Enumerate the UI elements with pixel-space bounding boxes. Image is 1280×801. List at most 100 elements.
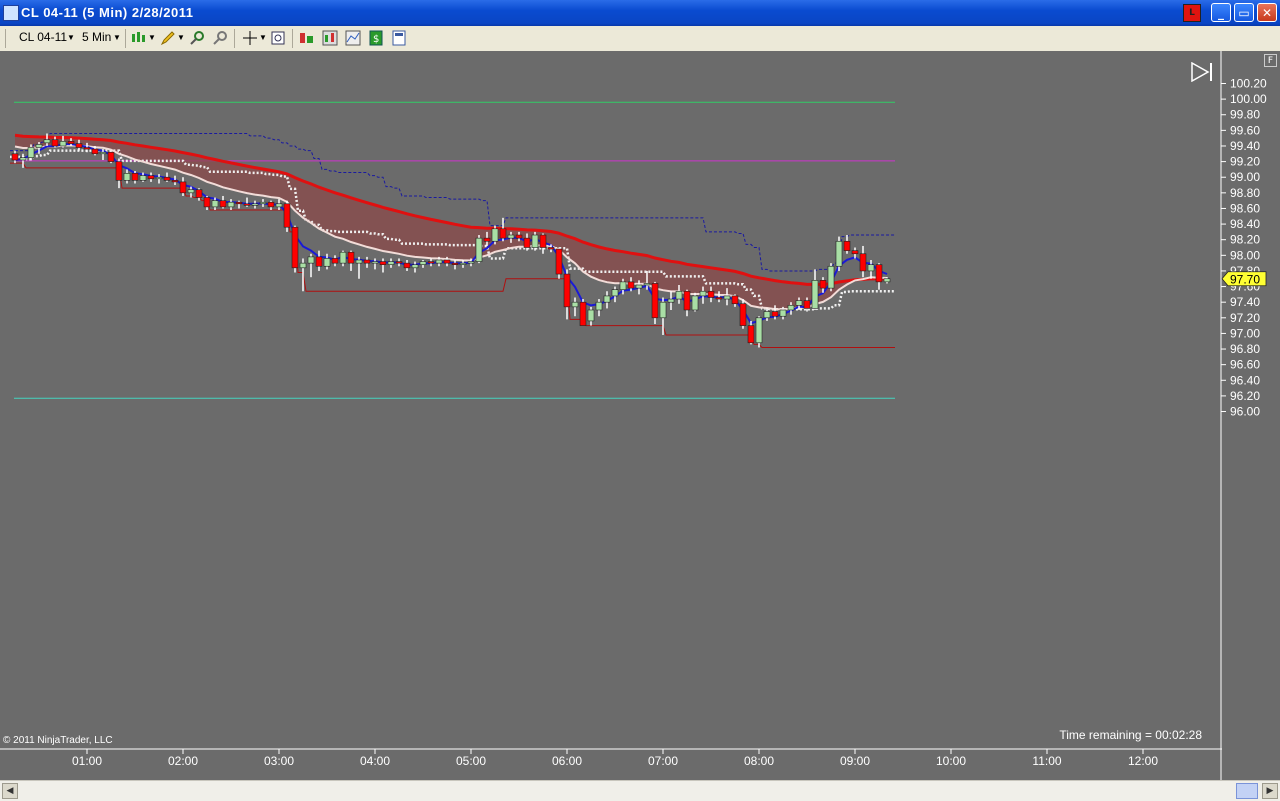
y-tick-label: 98.40 — [1230, 217, 1260, 231]
time-remaining: Time remaining = 00:02:28 — [1059, 728, 1202, 742]
bar-type-icon[interactable] — [131, 30, 147, 46]
candle-body — [699, 290, 707, 297]
candle-body — [171, 180, 179, 183]
candle-body — [715, 297, 723, 300]
candle-body — [603, 295, 611, 303]
candle-body — [611, 289, 619, 297]
data-series-icon[interactable] — [299, 30, 315, 46]
y-tick-label: 96.80 — [1230, 342, 1260, 356]
chevron-down-icon[interactable]: ▼ — [67, 33, 75, 42]
candle-body — [643, 283, 651, 286]
candle-body — [451, 262, 459, 265]
candle-body — [323, 258, 331, 267]
candle-body — [507, 234, 515, 239]
candle-body — [859, 253, 867, 272]
candle-body — [435, 259, 443, 264]
candle-body — [827, 265, 835, 289]
candle-body — [835, 240, 843, 267]
candle-body — [347, 251, 355, 264]
chart-format-button[interactable]: F — [1264, 54, 1277, 67]
candle-body — [579, 301, 587, 326]
candle-body — [387, 261, 395, 265]
candle-body — [267, 201, 275, 208]
candle-body — [123, 173, 131, 181]
y-tick-label: 98.00 — [1230, 248, 1260, 262]
candle-body — [187, 189, 195, 194]
candle-body — [787, 305, 795, 311]
candle-body — [723, 295, 731, 300]
candle-body — [483, 237, 491, 242]
candle-body — [443, 259, 451, 264]
x-tick-label: 02:00 — [168, 754, 198, 768]
candle-body — [235, 201, 243, 205]
candle-body — [499, 228, 507, 239]
y-tick-label: 98.60 — [1230, 201, 1260, 215]
candle-body — [667, 298, 675, 303]
x-tick-label: 09:00 — [840, 754, 870, 768]
y-tick-label: 99.60 — [1230, 123, 1260, 137]
instrument-selector[interactable]: CL 04-11 — [19, 30, 67, 44]
x-tick-label: 06:00 — [552, 754, 582, 768]
candle-body — [523, 237, 531, 248]
properties-icon[interactable] — [270, 30, 286, 46]
candle-body — [219, 200, 227, 208]
candle-body — [563, 273, 571, 308]
y-tick-label: 97.00 — [1230, 326, 1260, 340]
y-tick-label: 96.20 — [1230, 389, 1260, 403]
zoom-in-icon[interactable] — [189, 30, 205, 46]
crosshair-icon[interactable] — [242, 30, 258, 46]
candle-body — [19, 157, 27, 161]
price-chart[interactable]: 100.20100.00 99.8099.60 99.40 99.2099.00 98.… — [0, 51, 1280, 780]
x-tick-label: 11:00 — [1032, 754, 1061, 768]
candle-body — [427, 261, 435, 264]
candle-body — [339, 251, 347, 264]
window-title: CL 04-11 (5 Min) 2/28/2011 — [21, 5, 194, 20]
candle-body — [163, 176, 171, 181]
candle-body — [843, 240, 851, 251]
svg-text:$: $ — [373, 34, 379, 45]
candle-body — [755, 317, 763, 344]
scroll-left-button[interactable]: ◀ — [2, 783, 18, 799]
chevron-down-icon[interactable]: ▼ — [148, 33, 156, 42]
candle-body — [107, 151, 115, 162]
y-tick-label: 99.40 — [1230, 139, 1260, 153]
candle-body — [139, 175, 147, 181]
candle-body — [763, 311, 771, 319]
candle-body — [259, 201, 267, 205]
candle-body — [75, 143, 83, 148]
scroll-right-button[interactable]: ▶ — [1262, 783, 1278, 799]
candle-body — [251, 203, 259, 206]
order-icon[interactable]: $ — [368, 30, 384, 46]
interval-selector[interactable]: 5 Min — [82, 30, 111, 44]
y-tick-label: 96.00 — [1230, 405, 1260, 419]
candle-body — [227, 201, 235, 208]
candle-body — [627, 281, 635, 289]
play-to-end-icon[interactable] — [1190, 62, 1214, 82]
chevron-down-icon[interactable]: ▼ — [259, 33, 267, 42]
candle-body — [595, 301, 603, 311]
y-tick-label: 98.20 — [1230, 233, 1260, 247]
candle-body — [179, 181, 187, 194]
candle-body — [659, 301, 667, 319]
horizontal-scrollbar[interactable]: ◀ ▶ — [0, 780, 1280, 801]
chevron-down-icon[interactable]: ▼ — [177, 33, 185, 42]
candle-body — [27, 147, 35, 158]
minimize-button[interactable]: _ — [1211, 3, 1231, 22]
pencil-icon[interactable] — [160, 30, 176, 46]
chart-trader-icon[interactable] — [391, 30, 407, 46]
candle-body — [739, 303, 747, 326]
l-button[interactable]: L — [1183, 4, 1201, 22]
scroll-thumb[interactable] — [1236, 783, 1258, 799]
indicators-icon[interactable] — [322, 30, 338, 46]
y-tick-label: 99.20 — [1230, 155, 1260, 169]
candle-body — [155, 176, 163, 180]
candle-body — [747, 325, 755, 344]
strategies-icon[interactable] — [345, 30, 361, 46]
chevron-down-icon[interactable]: ▼ — [113, 33, 121, 42]
candle-body — [771, 311, 779, 317]
candle-body — [883, 278, 891, 283]
x-tick-label: 08:00 — [744, 754, 774, 768]
close-button[interactable]: ✕ — [1257, 3, 1277, 22]
zoom-out-icon[interactable] — [212, 30, 228, 46]
maximize-button[interactable]: ▭ — [1234, 3, 1254, 22]
